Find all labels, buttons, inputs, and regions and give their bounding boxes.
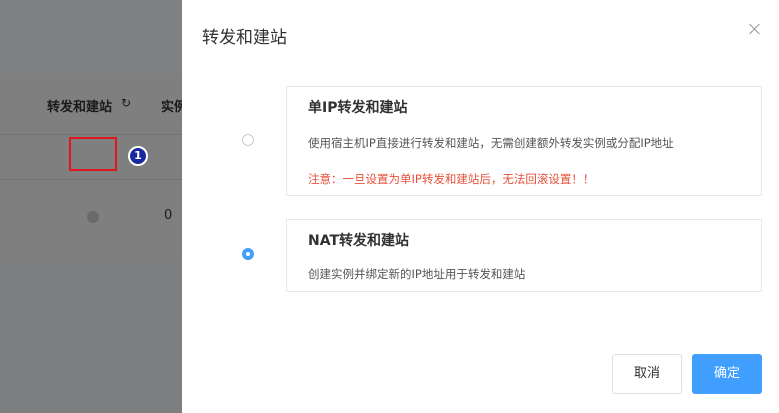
forwarding-dialog: 转发和建站 单IP转发和建站 使用宿主机IP直接进行转发和建站，无需创建额外转发… bbox=[182, 0, 779, 413]
radio-nat[interactable] bbox=[242, 248, 254, 260]
annotation-step-badge: 1 bbox=[128, 146, 148, 166]
refresh-icon[interactable]: ↻ bbox=[121, 96, 131, 110]
option-title: 单IP转发和建站 bbox=[308, 100, 408, 116]
close-icon[interactable] bbox=[748, 22, 762, 36]
option-description: 使用宿主机IP直接进行转发和建站，无需创建额外转发实例或分配IP地址 bbox=[308, 136, 674, 150]
cancel-button[interactable]: 取消 bbox=[612, 354, 682, 394]
forwarding-toggle[interactable] bbox=[87, 211, 99, 223]
option-title: NAT转发和建站 bbox=[308, 233, 410, 249]
option-card-single-ip[interactable]: 单IP转发和建站 使用宿主机IP直接进行转发和建站，无需创建额外转发实例或分配I… bbox=[286, 86, 762, 196]
column-forwarding-label: 转发和建站 bbox=[47, 100, 113, 115]
option-description: 创建实例并绑定新的IP地址用于转发和建站 bbox=[308, 267, 526, 281]
dialog-title: 转发和建站 bbox=[202, 28, 287, 48]
option-warning: 注意：一旦设置为单IP转发和建站后，无法回滚设置！！ bbox=[308, 172, 595, 186]
row-value: 0 bbox=[164, 208, 173, 223]
radio-single-ip[interactable] bbox=[242, 134, 254, 146]
annotation-highlight-box bbox=[69, 137, 117, 171]
option-card-nat[interactable]: NAT转发和建站 创建实例并绑定新的IP地址用于转发和建站 bbox=[286, 219, 762, 292]
confirm-button[interactable]: 确定 bbox=[692, 354, 762, 394]
